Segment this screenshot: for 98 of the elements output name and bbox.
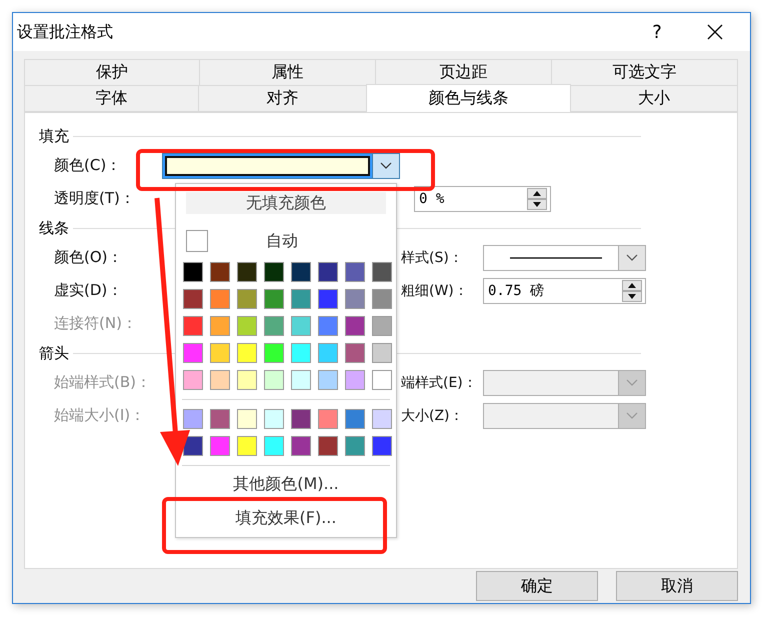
no-fill-option[interactable]: 无填充颜色 <box>186 192 386 214</box>
window-title: 设置批注格式 <box>17 22 114 42</box>
color-swatch[interactable] <box>372 289 392 309</box>
field-label: 粗细(W)： <box>400 282 469 300</box>
spinner-arrows-icon <box>622 280 642 302</box>
arrow-size-dropdown[interactable] <box>483 402 646 428</box>
color-swatch[interactable] <box>237 316 257 336</box>
automatic-swatch <box>186 230 208 252</box>
color-swatch[interactable] <box>210 316 230 336</box>
field-label: 颜色(O)： <box>54 248 124 267</box>
section-heading: 线条 <box>39 218 69 238</box>
field-label: 样式(S)： <box>400 248 464 266</box>
field-label: 颜色(C)： <box>54 156 122 175</box>
color-swatch[interactable] <box>264 316 284 336</box>
spinner-arrows-icon <box>527 188 547 210</box>
field-label: 连接符(N)： <box>54 314 138 333</box>
color-swatch[interactable] <box>372 436 392 456</box>
color-swatch[interactable] <box>237 343 257 363</box>
line-style-dropdown[interactable] <box>483 244 646 270</box>
color-swatch[interactable] <box>318 409 338 429</box>
tab[interactable]: 字体 <box>24 86 199 112</box>
color-swatch[interactable] <box>345 262 365 282</box>
automatic-option[interactable]: 自动 <box>186 228 390 254</box>
color-swatch[interactable] <box>237 370 257 390</box>
color-swatch[interactable] <box>237 409 257 429</box>
color-swatch[interactable] <box>291 370 311 390</box>
color-swatch[interactable] <box>210 436 230 456</box>
color-swatch[interactable] <box>372 409 392 429</box>
color-swatch[interactable] <box>210 409 230 429</box>
field-label: 虚实(D)： <box>54 281 124 300</box>
color-swatch[interactable] <box>237 436 257 456</box>
arrow-style-dropdown[interactable] <box>483 370 646 396</box>
color-swatch[interactable] <box>318 436 338 456</box>
tab[interactable]: 大小 <box>570 86 738 112</box>
chevron-down-icon <box>626 412 638 420</box>
color-swatch[interactable] <box>318 289 338 309</box>
field-label: 始端大小(I)： <box>54 406 146 425</box>
color-swatch[interactable] <box>183 289 203 309</box>
color-swatch[interactable] <box>345 289 365 309</box>
help-button[interactable]: ? <box>634 15 680 49</box>
color-swatch[interactable] <box>264 289 284 309</box>
color-swatch[interactable] <box>372 370 392 390</box>
color-swatch[interactable] <box>183 316 203 336</box>
color-swatch[interactable] <box>183 409 203 429</box>
tab[interactable]: 属性 <box>199 59 376 86</box>
color-swatch[interactable] <box>372 262 392 282</box>
color-swatch[interactable] <box>291 316 311 336</box>
color-swatch[interactable] <box>210 289 230 309</box>
color-swatch[interactable] <box>183 436 203 456</box>
color-swatch[interactable] <box>210 370 230 390</box>
color-swatch[interactable] <box>372 343 392 363</box>
field-label: 端样式(E)： <box>400 374 478 392</box>
color-swatch[interactable] <box>210 343 230 363</box>
chevron-down-icon <box>626 378 638 386</box>
color-swatch[interactable] <box>237 289 257 309</box>
color-swatch[interactable] <box>183 370 203 390</box>
close-icon <box>706 23 724 41</box>
color-swatch[interactable] <box>291 289 311 309</box>
section-heading: 箭头 <box>39 344 69 362</box>
color-swatch[interactable] <box>264 262 284 282</box>
section-heading: 填充 <box>39 126 69 146</box>
color-swatch[interactable] <box>345 343 365 363</box>
dialog-button[interactable]: 取消 <box>616 571 738 601</box>
color-swatch[interactable] <box>264 409 284 429</box>
fill-effects-option[interactable]: 填充效果(F)... <box>176 501 396 535</box>
color-swatch[interactable] <box>183 262 203 282</box>
color-swatch[interactable] <box>318 370 338 390</box>
color-swatch[interactable] <box>237 262 257 282</box>
chevron-down-icon <box>626 254 638 262</box>
color-swatch[interactable] <box>264 343 284 363</box>
tab[interactable]: 保护 <box>24 59 200 86</box>
color-swatch[interactable] <box>318 343 338 363</box>
color-swatch[interactable] <box>345 409 365 429</box>
color-swatch[interactable] <box>345 316 365 336</box>
line-weight-input[interactable]: 0.75 磅 <box>483 278 646 304</box>
tab[interactable]: 可选文字 <box>551 59 738 86</box>
field-label: 大小(Z)： <box>400 406 465 424</box>
color-swatch[interactable] <box>318 316 338 336</box>
field-label: 始端样式(B)： <box>54 373 152 392</box>
color-swatch[interactable] <box>318 262 338 282</box>
color-swatch[interactable] <box>291 343 311 363</box>
color-swatch[interactable] <box>183 343 203 363</box>
color-dropdown[interactable] <box>162 152 400 178</box>
field-label: 透明度(T)： <box>54 189 136 208</box>
color-swatch[interactable] <box>264 370 284 390</box>
more-colors-option[interactable]: 其他颜色(M)... <box>176 467 396 501</box>
color-swatch[interactable] <box>345 436 365 456</box>
color-swatch[interactable] <box>291 436 311 456</box>
dialog-button[interactable]: 确定 <box>476 571 598 601</box>
color-swatch[interactable] <box>210 262 230 282</box>
color-swatch[interactable] <box>372 316 392 336</box>
chevron-down-icon <box>380 162 392 170</box>
color-swatch[interactable] <box>345 370 365 390</box>
color-swatch[interactable] <box>291 409 311 429</box>
tab[interactable]: 颜色与线条 <box>366 84 571 112</box>
color-swatch[interactable] <box>291 262 311 282</box>
transparency-input[interactable]: 0 % <box>414 186 551 212</box>
color-swatch[interactable] <box>264 436 284 456</box>
